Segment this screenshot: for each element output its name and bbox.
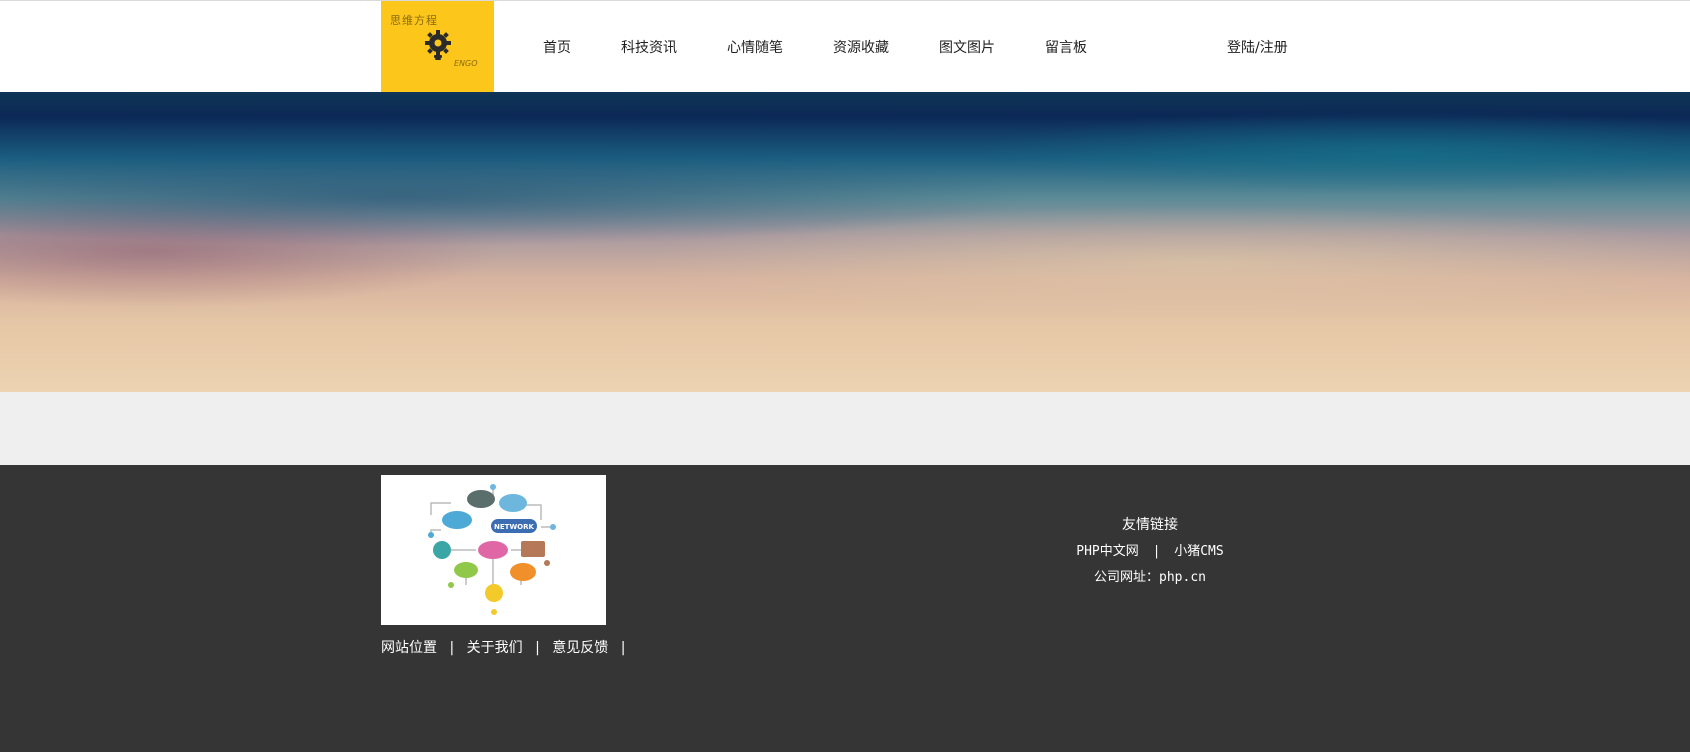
friend-links: PHP中文网 | 小猪CMS bbox=[1030, 540, 1270, 559]
site-header: 思维方程 ENGO 首页 科技资讯 心情随笔 资源收藏 图文图片 留言板 登陆/… bbox=[0, 1, 1690, 92]
company-website-label: 公司网址： bbox=[1094, 570, 1160, 585]
network-label: NETWORK bbox=[494, 523, 534, 531]
nav-item-guestbook[interactable]: 留言板 bbox=[1045, 37, 1087, 57]
company-website: 公司网址：php.cn bbox=[1030, 566, 1270, 585]
footer-links: 网站位置 | 关于我们 | 意见反馈 | bbox=[381, 637, 633, 657]
nav-item-home[interactable]: 首页 bbox=[543, 37, 571, 57]
friend-link-php-cn[interactable]: PHP中文网 bbox=[1076, 544, 1138, 559]
friend-link-xiaozhu-cms[interactable]: 小猪CMS bbox=[1174, 544, 1223, 559]
lightbulb-gear-icon bbox=[425, 30, 451, 60]
logo-top-text: 思维方程 bbox=[390, 14, 438, 27]
footer-link-feedback[interactable]: 意见反馈 bbox=[552, 640, 608, 656]
login-register-link[interactable]: 登陆/注册 bbox=[1227, 37, 1288, 57]
friend-links-title: 友情链接 bbox=[1122, 517, 1178, 533]
footer-link-about-us[interactable]: 关于我们 bbox=[467, 640, 523, 656]
site-footer bbox=[0, 465, 1690, 752]
nav-item-resources[interactable]: 资源收藏 bbox=[833, 37, 889, 57]
logo-bottom-text: ENGO bbox=[454, 59, 478, 68]
content-area bbox=[0, 392, 1690, 465]
network-diagram-svg: NETWORK bbox=[428, 484, 556, 615]
nav-item-mood-essays[interactable]: 心情随笔 bbox=[727, 37, 783, 57]
footer-separator: | bbox=[449, 640, 455, 656]
footer-separator: | bbox=[535, 640, 540, 656]
site-logo[interactable]: 思维方程 ENGO bbox=[381, 1, 494, 92]
network-diagram-image: NETWORK bbox=[381, 475, 606, 625]
hero-banner bbox=[0, 92, 1690, 392]
nav-item-gallery[interactable]: 图文图片 bbox=[939, 37, 995, 57]
friend-link-separator: | bbox=[1152, 544, 1161, 559]
footer-separator: | bbox=[620, 640, 626, 656]
nav-item-tech-news[interactable]: 科技资讯 bbox=[621, 37, 677, 57]
company-website-url[interactable]: php.cn bbox=[1159, 570, 1206, 585]
footer-link-site-location[interactable]: 网站位置 bbox=[381, 640, 437, 656]
